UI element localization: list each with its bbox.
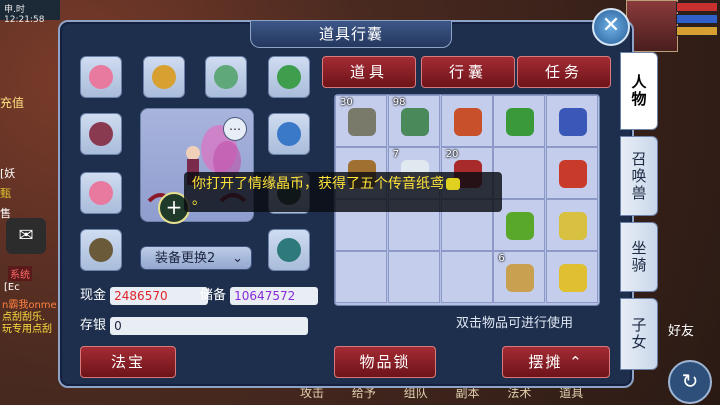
treasure-map-icon <box>506 264 535 292</box>
refresh-icon[interactable]: ↻ <box>668 360 712 404</box>
side-tab-character[interactable]: 人物 <box>620 52 658 130</box>
recharge-button[interactable]: 充值 <box>0 94 58 111</box>
paper-kite-icon <box>446 178 460 190</box>
tab-quests[interactable]: 任务 <box>517 56 611 88</box>
green-star-icon <box>400 108 429 136</box>
equip-slot-3[interactable] <box>268 56 310 98</box>
inventory-cell[interactable] <box>546 147 599 199</box>
item-quantity: 7 <box>392 149 400 160</box>
bg-action-3: 副本 <box>455 386 480 400</box>
left-hud-text-1: 甄 <box>0 187 11 200</box>
equip-slot-8[interactable] <box>80 229 122 271</box>
stall-button[interactable]: 摆摊 ⌃ <box>502 346 610 378</box>
yellow-flag-icon <box>559 212 588 240</box>
inventory-cell[interactable]: 6 <box>493 251 546 303</box>
item-quantity: 20 <box>445 149 459 160</box>
left-hud-text-3: 系统 <box>8 266 32 281</box>
green-boots-icon <box>277 238 301 262</box>
equip-slot-1[interactable] <box>143 56 185 98</box>
item-quantity: 98 <box>392 97 406 108</box>
left-hud-column: 充值 [妖 甄 售 <box>0 60 58 225</box>
green-flag-icon <box>506 212 535 240</box>
equip-slot-4[interactable] <box>80 113 122 155</box>
item-quantity: 30 <box>340 97 353 108</box>
side-tab-children[interactable]: 子女 <box>620 298 658 370</box>
fan-weapon-icon <box>89 122 113 146</box>
usage-hint: 双击物品可进行使用 <box>456 316 574 331</box>
green-bracelet-icon <box>277 65 301 89</box>
left-hud-text-7: 玩专用点刮 <box>2 324 52 335</box>
sp-bar <box>676 26 718 36</box>
treasure-button[interactable]: 法宝 <box>80 346 176 378</box>
chat-icon[interactable]: ✉ <box>6 218 46 254</box>
tab-bag[interactable]: 行囊 <box>421 56 515 88</box>
deposit-row: 存银 0 <box>80 314 309 335</box>
cash-label: 现金 <box>80 288 107 303</box>
chevron-down-icon: ⌄ <box>232 251 243 266</box>
tab-items[interactable]: 道具 <box>322 56 416 88</box>
inventory-cell[interactable]: 30 <box>335 95 387 147</box>
side-tab-pets[interactable]: 召唤兽 <box>620 136 658 216</box>
side-tab-mounts[interactable]: 坐骑 <box>620 222 658 292</box>
panel-title: 道具行囊 <box>250 20 452 48</box>
inventory-cell[interactable] <box>440 95 493 147</box>
equip-slot-0[interactable] <box>80 56 122 98</box>
blue-flag-icon <box>559 108 588 136</box>
jade-necklace-icon <box>214 65 238 89</box>
mp-bar <box>676 14 718 24</box>
red-flag-icon <box>559 160 588 188</box>
reserve-value: 10647572 <box>230 286 319 305</box>
left-hud-text-4: [Ec <box>4 282 20 293</box>
inventory-cell[interactable] <box>546 199 599 251</box>
item-quantity: 6 <box>498 253 505 264</box>
left-hud-text-0: [妖 <box>0 167 16 180</box>
waist-belt-icon <box>89 238 113 262</box>
yellow-flag-icon <box>559 264 588 292</box>
equip-slot-2[interactable] <box>205 56 247 98</box>
friend-label[interactable]: 好友 <box>668 320 694 339</box>
inventory-cell[interactable] <box>335 251 387 303</box>
close-icon[interactable]: ✕ <box>592 8 630 46</box>
red-bowl-icon <box>453 108 482 136</box>
inventory-cell[interactable] <box>546 95 599 147</box>
bg-action-2: 组队 <box>403 386 428 400</box>
bg-action-4: 法术 <box>507 386 532 400</box>
pink-flower-icon <box>89 181 113 205</box>
item-lock-button[interactable]: 物品锁 <box>334 346 436 378</box>
equip-slot-6[interactable] <box>80 172 122 214</box>
inventory-cell[interactable] <box>493 95 546 147</box>
cash-value: 2486570 <box>110 286 209 305</box>
inventory-cell[interactable] <box>546 251 599 303</box>
chevron-up-icon: ⌃ <box>569 353 584 371</box>
reserve-label: 储备 <box>200 288 227 303</box>
cash-row: 现金 2486570 <box>80 284 209 305</box>
grey-coil-icon <box>348 108 376 136</box>
system-toast: 你打开了情缘晶币，获得了五个传音纸鸢。 <box>184 172 502 212</box>
inventory-cell[interactable] <box>440 251 493 303</box>
flower-cloth-icon <box>89 65 113 89</box>
hp-bar <box>676 2 718 12</box>
inventory-cell[interactable] <box>387 251 440 303</box>
gold-ring-icon <box>152 65 176 89</box>
blue-feather-icon <box>277 122 301 146</box>
bg-action-0: 攻击 <box>300 386 325 400</box>
time-indicator: 申.时 12:21:58 <box>0 0 60 25</box>
bg-action-1: 给予 <box>351 386 376 400</box>
status-bars <box>676 2 718 36</box>
equipment-swap-button[interactable]: 装备更换2 ⌄ <box>140 246 252 270</box>
inventory-cell[interactable]: 98 <box>387 95 440 147</box>
reserve-row: 储备 10647572 <box>200 284 319 305</box>
deposit-value: 0 <box>110 316 309 335</box>
equip-slot-9[interactable] <box>268 229 310 271</box>
deposit-label: 存银 <box>80 318 107 333</box>
bg-action-5: 道具 <box>559 386 584 400</box>
equip-slot-5[interactable] <box>268 113 310 155</box>
green-flag-icon <box>506 108 535 136</box>
emote-icon[interactable]: ⋯ <box>223 117 247 141</box>
